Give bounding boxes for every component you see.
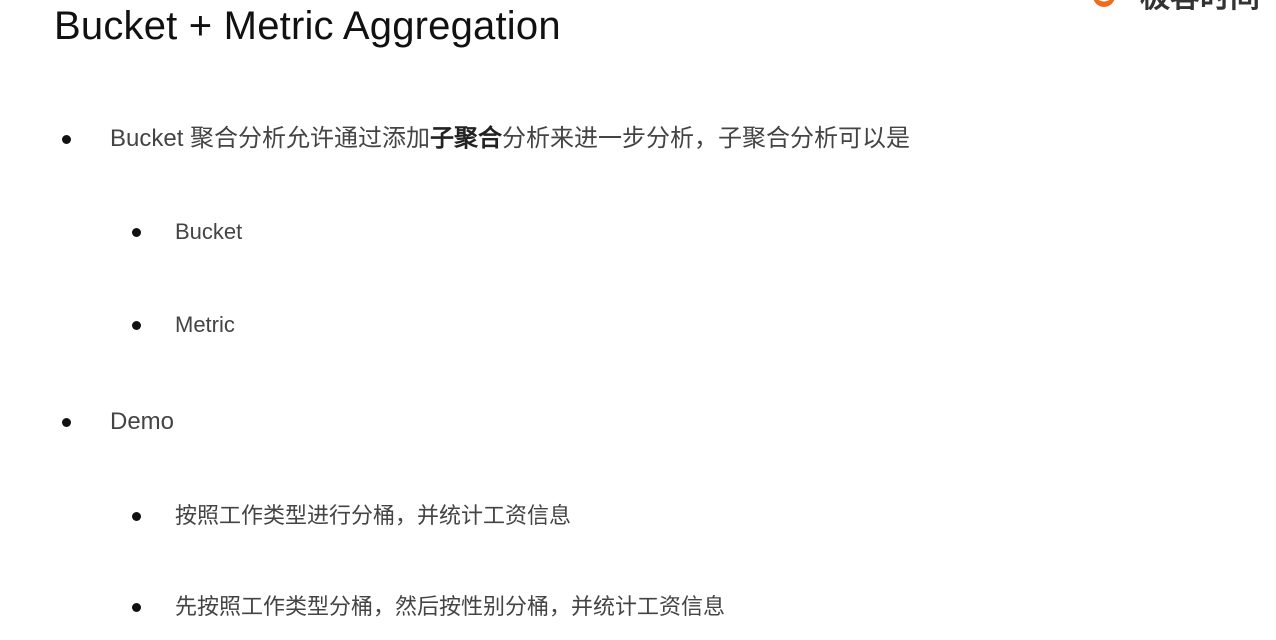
bullet-item: Demo — [62, 407, 174, 437]
bullet-text: Demo — [110, 408, 175, 435]
bullet-dot — [132, 320, 141, 330]
bullet-dot — [132, 227, 141, 237]
sub-bullet-item: 先按照工作类型分桶，然后按性别分桶，并统计工资信息 — [132, 593, 725, 621]
brand-logo: 极客时间 — [1090, 0, 1276, 16]
bullet-text: Bucket 聚合分析允许通过添加子聚合分析来进一步分析，子聚合分析可以是 — [110, 124, 910, 154]
bullet-dot — [62, 134, 71, 144]
bullet-text: 按照工作类型进行分桶，并统计工资信息 — [175, 503, 572, 528]
sub-bullet-item: Metric — [132, 311, 235, 339]
bullet-item: Bucket 聚合分析允许通过添加子聚合分析来进一步分析，子聚合分析可以是 — [62, 124, 910, 154]
sub-bullet-item: Bucket — [132, 218, 242, 246]
bullet-text-post: 分析来进一步分析，子聚合分析可以是 — [502, 125, 911, 152]
bullet-text-strong: 子聚合 — [430, 125, 503, 152]
bullet-dot — [132, 602, 141, 612]
bullet-text: Metric — [175, 312, 235, 337]
brand-logo-text: 极客时间 — [1140, 0, 1260, 14]
sub-bullet-item: 按照工作类型进行分桶，并统计工资信息 — [132, 502, 571, 530]
slide-title: Bucket + Metric Aggregation — [54, 4, 561, 48]
bullet-text: Bucket — [175, 219, 243, 244]
geektime-logo-icon — [1093, 0, 1115, 7]
bullet-text: 先按照工作类型分桶，然后按性别分桶，并统计工资信息 — [175, 594, 726, 619]
bullet-dot — [132, 511, 141, 521]
bullet-text-pre: Bucket 聚合分析允许通过添加 — [110, 125, 431, 152]
bullet-dot — [62, 417, 71, 427]
